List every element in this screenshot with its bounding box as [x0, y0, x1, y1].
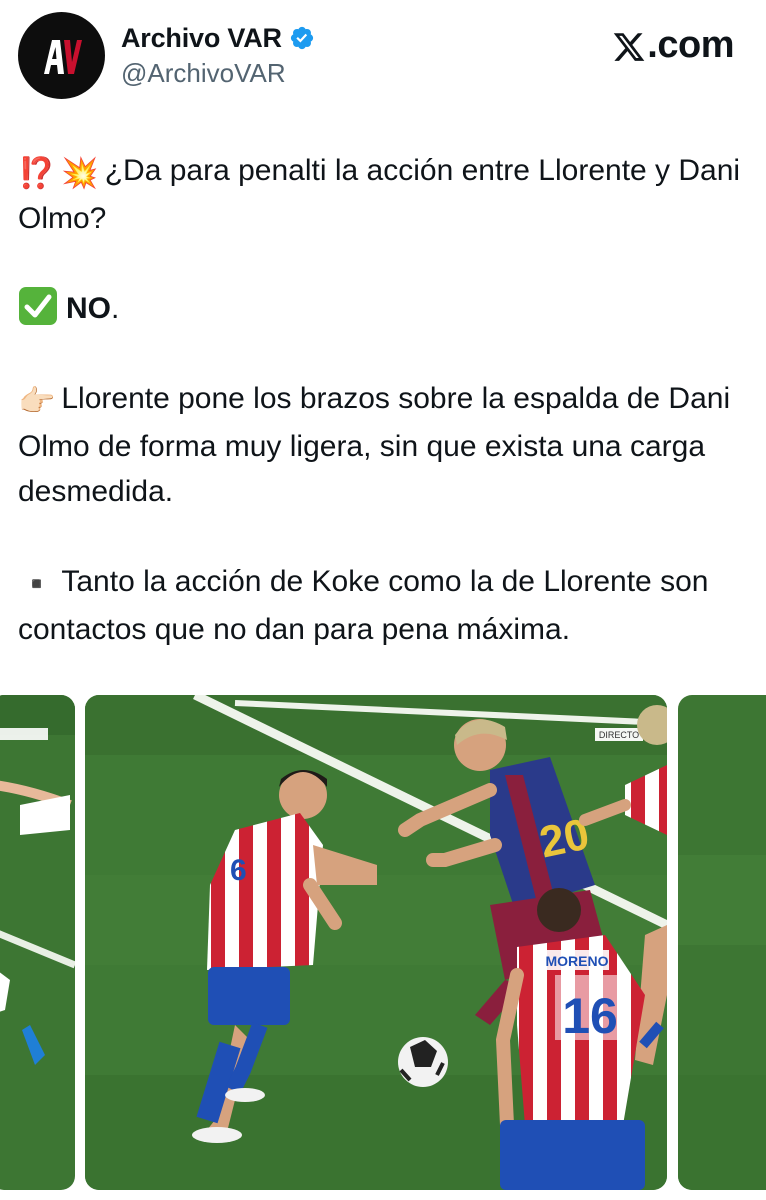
x-logo-icon: [614, 33, 645, 61]
brand-text: .com: [647, 24, 734, 66]
tweet-paragraph-conclusion: ▪️ Tanto la acción de Koke como la de Llo…: [18, 559, 753, 652]
display-name[interactable]: Archivo VAR: [121, 23, 282, 54]
avatar[interactable]: [18, 12, 105, 99]
tweet-screenshot: Archivo VAR @ArchivoVAR .com ⁉️ 💥 ¿Da para…: [0, 0, 766, 1200]
conclusion-text: Tanto la acción de Koke como la de Llore…: [18, 565, 709, 646]
pointing-right-emoji-icon: 👉🏻: [18, 385, 56, 418]
tweet-paragraph-answer: NO.: [18, 286, 753, 331]
previous-frame-image: [0, 695, 75, 1190]
explanation-text: Llorente pone los brazos sobre la espald…: [18, 382, 731, 508]
jersey-number-right: 16: [562, 988, 618, 1044]
question-text: ¿Da para penalti la acción entre Llorent…: [18, 154, 741, 235]
media-carousel[interactable]: DIRECTO 6 20 MORENO 16: [0, 695, 766, 1190]
verified-badge-icon: [290, 26, 313, 50]
black-square-emoji-icon: ▪️: [18, 568, 56, 601]
answer-bold-text: NO: [66, 292, 111, 325]
jersey-number-left: 6: [230, 854, 247, 887]
author-block: Archivo VAR @ArchivoVAR: [121, 20, 315, 89]
tweet-paragraph-explanation: 👉🏻 Llorente pone los brazos sobre la espa…: [18, 376, 753, 514]
check-mark-button-icon: [19, 287, 57, 325]
tweet-text: ⁉️ 💥 ¿Da para penalti la acción entre Llor…: [18, 148, 753, 652]
answer-tail: .: [111, 292, 120, 325]
broadcast-badge: DIRECTO: [599, 730, 639, 740]
archivo-var-logo-icon: [43, 39, 82, 74]
media-image-next[interactable]: [678, 695, 766, 1190]
media-image-previous[interactable]: [0, 695, 75, 1190]
x-brand: .com: [612, 24, 734, 67]
jersey-name-right: MORENO: [546, 953, 609, 969]
interrobang-emoji-icon: ⁉️: [18, 157, 56, 190]
handle[interactable]: @ArchivoVAR: [121, 58, 315, 89]
match-photo: DIRECTO 6 20 MORENO 16: [85, 695, 667, 1190]
media-image-main[interactable]: DIRECTO 6 20 MORENO 16: [85, 695, 667, 1190]
collision-emoji-icon: 💥: [61, 157, 99, 190]
tweet-paragraph-question: ⁉️ 💥 ¿Da para penalti la acción entre Llor…: [18, 148, 753, 241]
next-frame-image: [678, 695, 766, 1190]
